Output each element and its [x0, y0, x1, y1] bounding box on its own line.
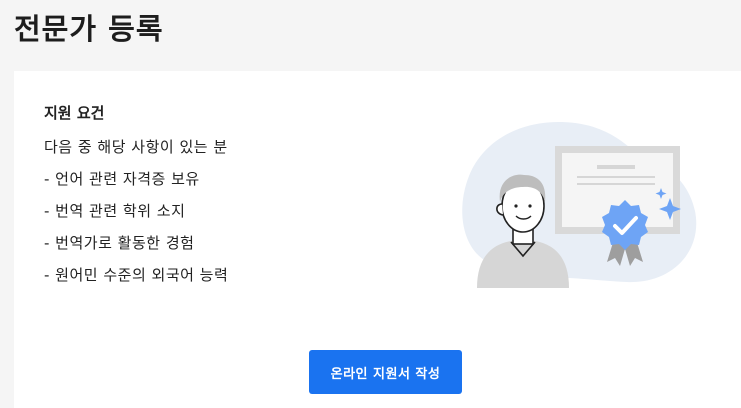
- person-ear: [496, 203, 504, 216]
- certificate-line: [597, 165, 635, 169]
- requirements-title: 지원 요건: [44, 104, 105, 122]
- requirement-item: - 번역 관련 학위 소지: [44, 202, 186, 220]
- certificate-line: [577, 176, 655, 178]
- certificate-line: [577, 183, 655, 185]
- person-eye: [528, 204, 532, 208]
- apply-online-button[interactable]: 온라인 지원서 작성: [309, 350, 462, 394]
- page-title: 전문가 등록: [14, 12, 164, 46]
- certified-expert-icon: [462, 121, 697, 288]
- requirement-item: - 원어민 수준의 외국어 능력: [44, 266, 229, 284]
- requirement-item: - 언어 관련 자격증 보유: [44, 170, 200, 188]
- requirement-item: 다음 중 해당 사항이 있는 분: [44, 138, 228, 156]
- requirements-list: 다음 중 해당 사항이 있는 분 - 언어 관련 자격증 보유 - 번역 관련 …: [44, 137, 228, 297]
- requirement-item: - 번역가로 활동한 경험: [44, 234, 195, 252]
- person-eye: [514, 204, 518, 208]
- requirements-card: 지원 요건 다음 중 해당 사항이 있는 분 - 언어 관련 자격증 보유 - …: [14, 71, 741, 408]
